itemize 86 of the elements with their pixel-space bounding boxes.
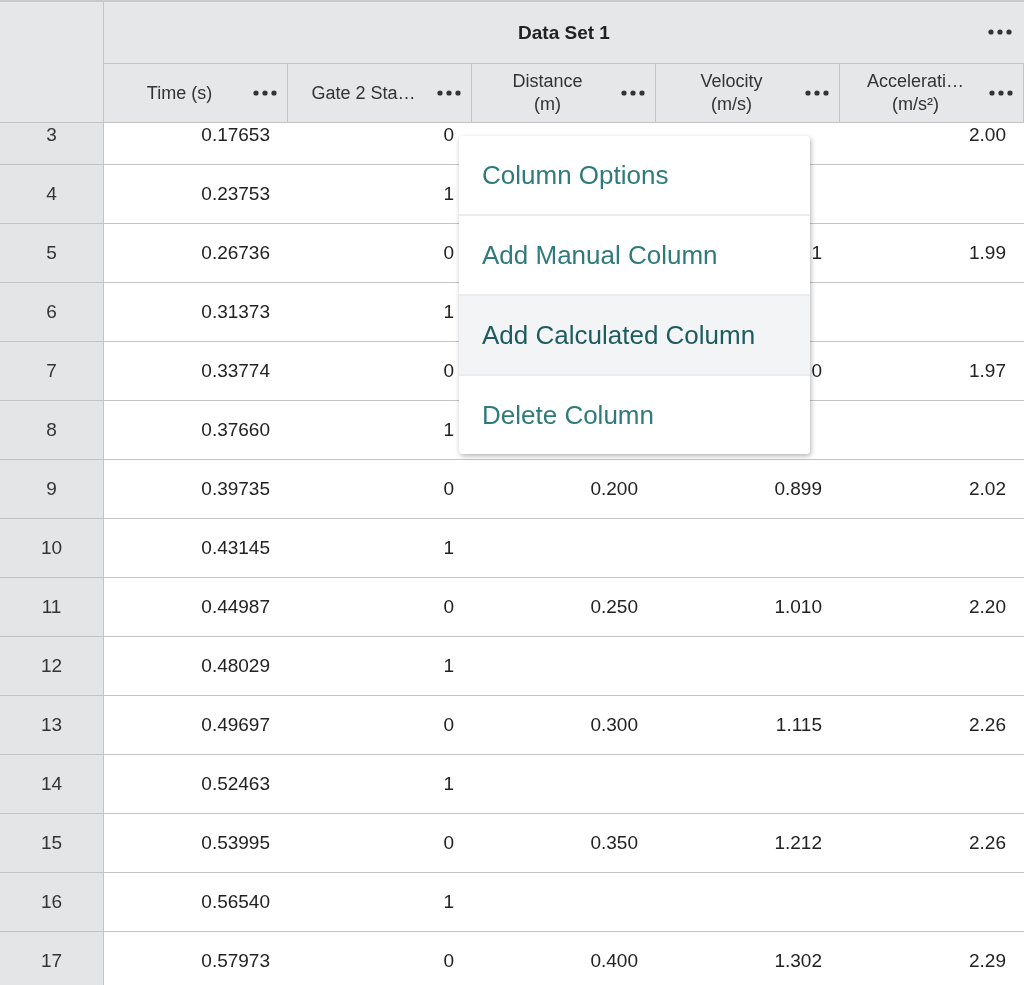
table-cell: 1: [443, 891, 454, 913]
more-icon[interactable]: [989, 90, 1013, 96]
table-cell: 0.57973: [201, 950, 270, 972]
data-set-title: Data Set 1: [518, 21, 610, 44]
row-number: 7: [0, 342, 104, 400]
column-label: Time (s): [145, 81, 214, 105]
table-cell: 0.43145: [201, 537, 270, 559]
row-number: 3: [0, 123, 104, 164]
table-cell: 1: [443, 301, 454, 323]
table-cell: 0: [811, 360, 822, 382]
table-cell: 0.39735: [201, 478, 270, 500]
table-cell: 1.010: [774, 596, 822, 618]
column-label: Gate 2 Sta…: [310, 81, 417, 105]
table-cell: 1: [443, 773, 454, 795]
table-cell: 0.56540: [201, 891, 270, 913]
table-cell: 0.350: [590, 832, 638, 854]
more-icon[interactable]: [805, 90, 829, 96]
row-number: 10: [0, 519, 104, 577]
table-cell: 0.26736: [201, 242, 270, 264]
row-number: 8: [0, 401, 104, 459]
column-header[interactable]: Accelerati… (m/s²): [840, 64, 1024, 123]
more-icon[interactable]: [988, 29, 1012, 35]
row-number: 17: [0, 932, 104, 985]
table-cell: 0.250: [590, 596, 638, 618]
table-cell: 1.302: [774, 950, 822, 972]
row-number: 12: [0, 637, 104, 695]
table-cell: 2.20: [969, 596, 1006, 618]
table-cell: 0: [443, 360, 454, 382]
table-cell: 0.200: [590, 478, 638, 500]
table-cell: 0.53995: [201, 832, 270, 854]
table-cell: 0: [443, 124, 454, 146]
table-cell: 0.300: [590, 714, 638, 736]
table-cell: 2.26: [969, 714, 1006, 736]
table-cell: 1.212: [774, 832, 822, 854]
table-cell: 0: [443, 478, 454, 500]
column-label: Distance (m): [511, 70, 584, 116]
table-cell: 1.99: [969, 242, 1006, 264]
table-cell: 1.115: [775, 714, 822, 736]
column-header[interactable]: Gate 2 Sta…: [288, 64, 472, 123]
table-cell: 0: [443, 242, 454, 264]
table-cell: 2.00: [969, 124, 1006, 146]
table-cell: 1.97: [969, 360, 1006, 382]
table-cell: 0.31373: [201, 301, 270, 323]
menu-item[interactable]: Delete Column: [459, 374, 810, 454]
table-cell: 0: [443, 596, 454, 618]
table-cell: 0.37660: [201, 419, 270, 441]
row-number: 14: [0, 755, 104, 813]
row-number: 16: [0, 873, 104, 931]
table-cell: 1: [443, 183, 454, 205]
table-cell: 0.49697: [201, 714, 270, 736]
table-cell: 2.02: [969, 478, 1006, 500]
menu-item[interactable]: Column Options: [459, 136, 810, 214]
row-number: 9: [0, 460, 104, 518]
table-cell: 1: [443, 655, 454, 677]
table-cell: 1: [443, 537, 454, 559]
column-label: Accelerati… (m/s²): [866, 70, 965, 116]
table-cell: 0: [443, 950, 454, 972]
more-icon[interactable]: [621, 90, 645, 96]
table-cell: 0.48029: [201, 655, 270, 677]
table-cell: 0: [443, 714, 454, 736]
table-cell: 0.23753: [201, 183, 270, 205]
column-header[interactable]: Distance (m): [472, 64, 656, 123]
table-cell: 0.899: [774, 478, 822, 500]
row-number: 6: [0, 283, 104, 341]
table-cell: 0.33774: [201, 360, 270, 382]
more-icon[interactable]: [253, 90, 277, 96]
more-icon[interactable]: [437, 90, 461, 96]
table-cell: 2.29: [969, 950, 1006, 972]
menu-item[interactable]: Add Calculated Column: [459, 294, 810, 374]
table-cell: 2.26: [969, 832, 1006, 854]
row-number: 11: [0, 578, 104, 636]
table-cell: 1: [811, 242, 822, 264]
menu-item[interactable]: Add Manual Column: [459, 214, 810, 294]
table-cell: 1: [443, 419, 454, 441]
row-number: 15: [0, 814, 104, 872]
row-number: 4: [0, 165, 104, 223]
column-label: Velocity (m/s): [699, 70, 764, 116]
table-cell: 0.400: [590, 950, 638, 972]
row-number: 13: [0, 696, 104, 754]
column-header[interactable]: Time (s): [104, 64, 288, 123]
table-cell: 0.52463: [201, 773, 270, 795]
table-cell: 0.44987: [201, 596, 270, 618]
table-cell: 0.17653: [201, 124, 270, 146]
column-header[interactable]: Velocity (m/s): [656, 64, 840, 123]
row-number: 5: [0, 224, 104, 282]
table-cell: 0: [443, 832, 454, 854]
